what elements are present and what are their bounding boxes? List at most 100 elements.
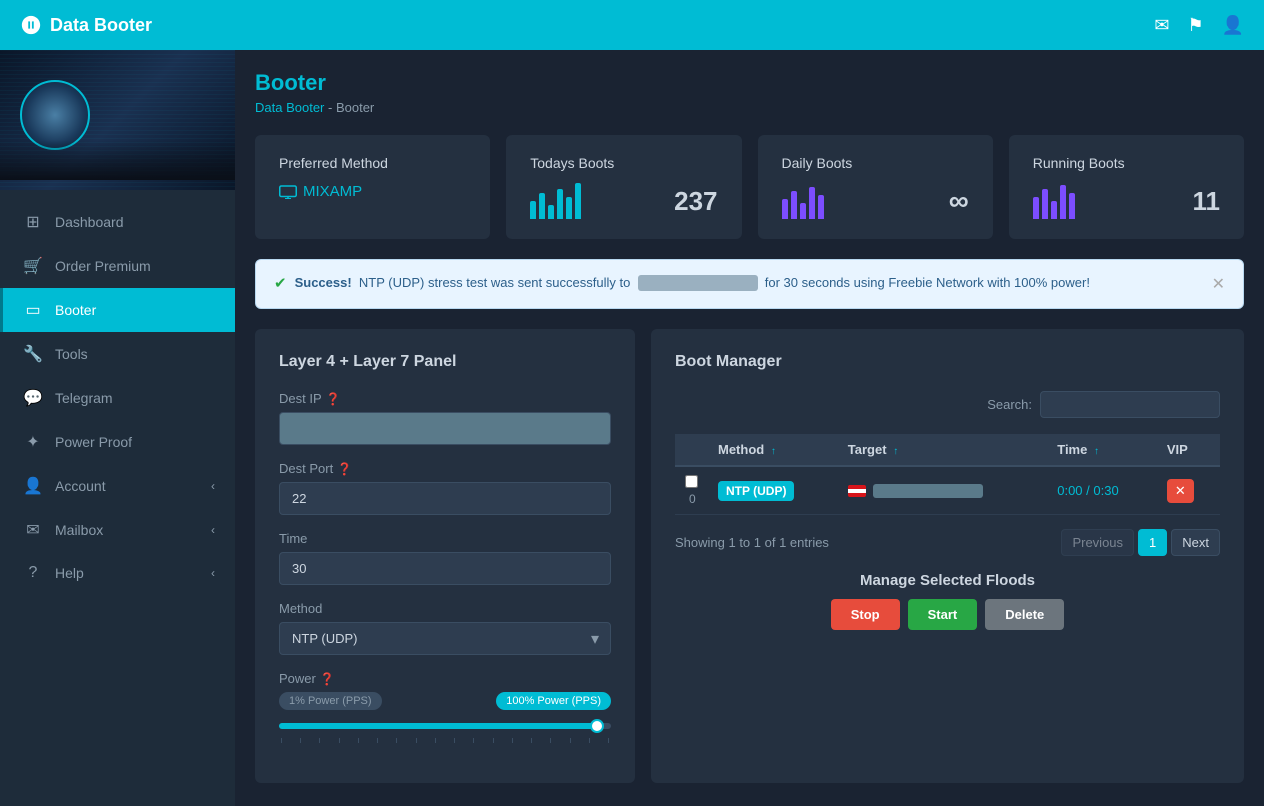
sidebar-item-tools[interactable]: 🔧 Tools	[0, 332, 235, 376]
dest-port-input[interactable]	[279, 482, 611, 515]
bar-chart-daily	[782, 183, 824, 219]
col-time[interactable]: Time ↑	[1047, 434, 1157, 466]
col-target[interactable]: Target ↑	[838, 434, 1047, 466]
tools-icon: 🔧	[23, 344, 43, 364]
sidebar-item-label: Help	[55, 565, 84, 581]
dest-ip-input[interactable]	[279, 412, 611, 445]
previous-page-button[interactable]: Previous	[1061, 529, 1134, 556]
stat-card-todays-boots: Todays Boots 237	[506, 135, 741, 239]
col-method[interactable]: Method ↑	[708, 434, 838, 466]
sidebar-item-mailbox[interactable]: ✉ Mailbox ‹	[0, 508, 235, 552]
stat-content: MIXAMP	[279, 183, 466, 200]
row-checkbox-cell: 0	[675, 466, 708, 515]
preferred-value: MIXAMP	[303, 183, 362, 200]
dest-port-help-icon[interactable]: ❓	[337, 462, 352, 476]
sort-time-icon: ↑	[1094, 446, 1099, 457]
mail-icon[interactable]: ✉	[1154, 15, 1169, 36]
power-icon: ✦	[23, 432, 43, 452]
time-input[interactable]	[279, 552, 611, 585]
pagination-info: Showing 1 to 1 of 1 entries	[675, 535, 829, 550]
row-checkbox[interactable]	[685, 475, 698, 488]
panel-left-title: Layer 4 + Layer 7 Panel	[279, 353, 611, 371]
slider-thumb[interactable]	[590, 719, 604, 733]
boot-search: Search:	[675, 391, 1220, 418]
stat-title: Running Boots	[1033, 155, 1220, 171]
chevron-icon: ‹	[211, 566, 215, 580]
sidebar-item-label: Power Proof	[55, 434, 132, 450]
stat-card-preferred-method: Preferred Method MIXAMP	[255, 135, 490, 239]
method-select[interactable]: NTP (UDP) UDP TCP HTTP HTTPS SLOWLORIS	[279, 622, 611, 655]
chevron-icon: ‹	[211, 479, 215, 493]
method-badge: NTP (UDP)	[718, 481, 794, 501]
next-page-button[interactable]: Next	[1171, 529, 1220, 556]
delete-selected-button[interactable]: Delete	[985, 599, 1064, 630]
alert-title: Success!	[295, 275, 352, 290]
panels-row: Layer 4 + Layer 7 Panel Dest IP ❓ Dest P…	[255, 329, 1244, 783]
stats-row: Preferred Method MIXAMP Todays Boots	[255, 135, 1244, 239]
main-content: Booter Data Booter - Booter Preferred Me…	[235, 50, 1264, 806]
stat-card-running-boots: Running Boots 11	[1009, 135, 1244, 239]
alert-body: ✔ Success! NTP (UDP) stress test was sen…	[274, 274, 1202, 292]
row-vip-cell: ✕	[1157, 466, 1220, 515]
row-id: 0	[689, 492, 696, 506]
mailbox-icon: ✉	[23, 520, 43, 540]
target-blurred	[873, 484, 983, 498]
breadcrumb-home[interactable]: Data Booter	[255, 100, 324, 115]
stop-button[interactable]: Stop	[831, 599, 900, 630]
top-nav: Data Booter ✉ ⚑ 👤	[0, 0, 1264, 50]
form-row-dest-port: Dest Port ❓	[279, 461, 611, 515]
dest-ip-help-icon[interactable]: ❓	[326, 392, 341, 406]
page-header: Booter Data Booter - Booter	[255, 70, 1244, 115]
page-1-button[interactable]: 1	[1138, 529, 1167, 556]
page-title: Booter	[255, 70, 1244, 96]
panel-right-title: Boot Manager	[675, 353, 1220, 371]
user-icon[interactable]: 👤	[1222, 15, 1244, 36]
close-alert-button[interactable]: ✕	[1212, 274, 1225, 294]
flag-cz-icon	[848, 485, 866, 497]
chevron-icon: ‹	[211, 523, 215, 537]
boot-table: Method ↑ Target ↑ Time ↑	[675, 434, 1220, 515]
alert-success: ✔ Success! NTP (UDP) stress test was sen…	[255, 259, 1244, 309]
delete-row-button[interactable]: ✕	[1167, 479, 1194, 503]
sidebar-item-booter[interactable]: ▭ Booter	[0, 288, 235, 332]
stat-content: 11	[1033, 183, 1220, 219]
alert-message-post: for 30 seconds using Freebie Network wit…	[765, 275, 1090, 290]
stat-content: 237	[530, 183, 717, 219]
col-vip: VIP	[1157, 434, 1220, 466]
slider-fill	[279, 723, 594, 729]
form-row-method: Method NTP (UDP) UDP TCP HTTP HTTPS SLOW…	[279, 601, 611, 655]
flag-icon[interactable]: ⚑	[1187, 15, 1203, 36]
dashboard-icon: ⊞	[23, 212, 43, 232]
breadcrumb-separator: -	[328, 100, 336, 115]
dest-ip-label: Dest IP ❓	[279, 391, 611, 406]
alert-text: Success! NTP (UDP) stress test was sent …	[295, 275, 1090, 292]
sidebar: ▾ ⊞ Dashboard 🛒 Order Premium ▭ Booter 🔧…	[0, 50, 235, 806]
sort-method-icon: ↑	[771, 446, 776, 457]
sidebar-item-order-premium[interactable]: 🛒 Order Premium	[0, 244, 235, 288]
search-input[interactable]	[1040, 391, 1220, 418]
sidebar-item-label: Dashboard	[55, 214, 124, 230]
sidebar-item-account[interactable]: 👤 Account ‹	[0, 464, 235, 508]
sidebar-nav: ⊞ Dashboard 🛒 Order Premium ▭ Booter 🔧 T…	[0, 190, 235, 806]
pagination-buttons: Previous 1 Next	[1061, 529, 1220, 556]
blurred-ip	[638, 275, 758, 291]
sidebar-item-label: Order Premium	[55, 258, 151, 274]
start-button[interactable]: Start	[908, 599, 978, 630]
stat-card-daily-boots: Daily Boots ∞	[758, 135, 993, 239]
sidebar-item-help[interactable]: ? Help ‹	[0, 552, 235, 594]
sort-target-icon: ↑	[893, 446, 898, 457]
method-label: Method	[279, 601, 611, 616]
sidebar-banner: ▾	[0, 50, 235, 190]
power-help-icon[interactable]: ❓	[320, 672, 335, 686]
telegram-icon: 💬	[23, 388, 43, 408]
boot-table-head: Method ↑ Target ↑ Time ↑	[675, 434, 1220, 466]
manage-title: Manage Selected Floods	[675, 572, 1220, 589]
sidebar-item-telegram[interactable]: 💬 Telegram	[0, 376, 235, 420]
pagination-row: Showing 1 to 1 of 1 entries Previous 1 N…	[675, 529, 1220, 556]
sidebar-item-dashboard[interactable]: ⊞ Dashboard	[0, 200, 235, 244]
row-target-cell	[838, 466, 1047, 515]
monitor-stat-icon	[279, 185, 297, 199]
brand-logo[interactable]: Data Booter	[20, 14, 152, 36]
sidebar-item-power-proof[interactable]: ✦ Power Proof	[0, 420, 235, 464]
form-row-power: Power ❓ 1% Power (PPS) 100% Power (PPS)	[279, 671, 611, 743]
